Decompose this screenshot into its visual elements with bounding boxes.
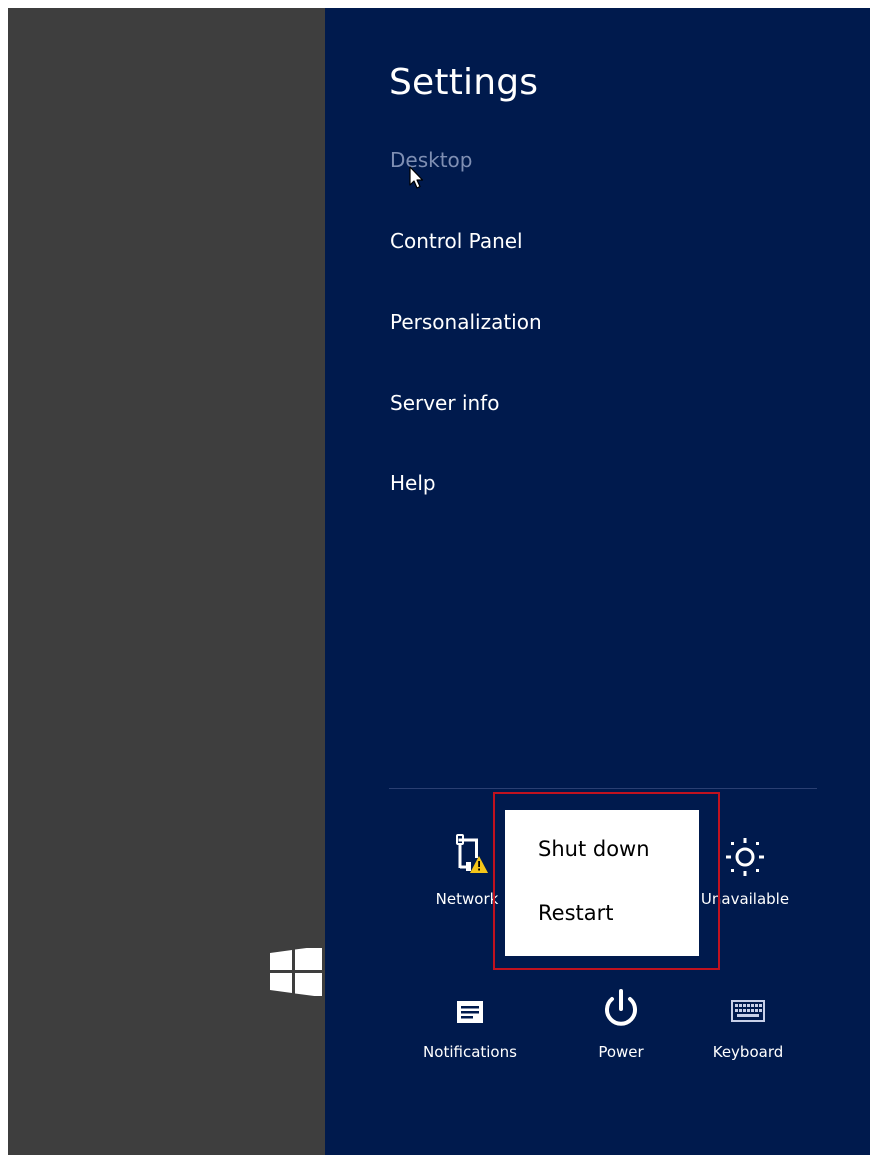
charm-title: Settings bbox=[389, 62, 539, 103]
settings-link-control-panel[interactable]: Control Panel bbox=[390, 229, 523, 253]
keyboard-label: Keyboard bbox=[712, 1043, 784, 1061]
power-label: Power bbox=[598, 1043, 644, 1061]
settings-link-personalization[interactable]: Personalization bbox=[390, 310, 542, 334]
power-icon bbox=[551, 983, 691, 1033]
keyboard-icon bbox=[678, 983, 818, 1033]
charm-divider bbox=[389, 788, 817, 789]
screen: Settings Desktop Control Panel Personali… bbox=[8, 8, 870, 1155]
windows-start-icon[interactable] bbox=[270, 946, 322, 1000]
mouse-cursor-icon bbox=[409, 166, 425, 194]
settings-link-desktop[interactable]: Desktop bbox=[390, 148, 472, 172]
power-tile[interactable]: Power bbox=[551, 983, 691, 1061]
restart-menu-item[interactable]: Restart bbox=[538, 901, 613, 925]
power-menu: Shut down Restart bbox=[505, 810, 699, 956]
keyboard-tile[interactable]: Keyboard bbox=[678, 983, 818, 1061]
notifications-icon bbox=[400, 983, 540, 1033]
shut-down-menu-item[interactable]: Shut down bbox=[538, 837, 650, 861]
settings-link-server-info[interactable]: Server info bbox=[390, 391, 499, 415]
settings-charm-pane: Settings Desktop Control Panel Personali… bbox=[325, 8, 870, 1155]
notifications-tile[interactable]: Notifications bbox=[400, 983, 540, 1061]
settings-link-help[interactable]: Help bbox=[390, 471, 436, 495]
notifications-label: Notifications bbox=[423, 1043, 517, 1061]
